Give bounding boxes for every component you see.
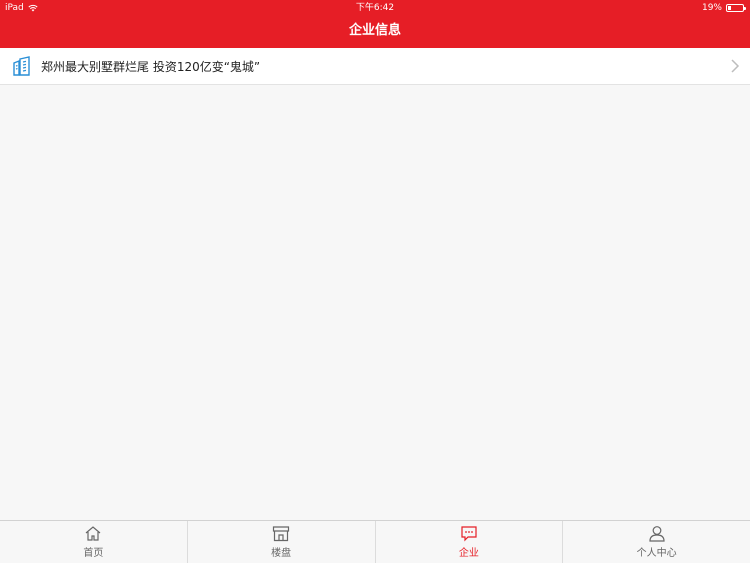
list-item[interactable]: 郑州最大别墅群烂尾 投资120亿变“鬼城” — [0, 48, 750, 85]
store-icon — [273, 526, 290, 542]
status-time: 下午6:42 — [355, 3, 395, 13]
tab-label: 首页 — [83, 548, 104, 559]
page-title: 企业信息 — [348, 23, 401, 38]
battery-fill — [728, 6, 731, 10]
home-icon — [85, 526, 101, 541]
tab-profile[interactable]: 个人中心 — [563, 521, 750, 563]
status-right: 19% — [701, 0, 746, 16]
building-icon — [13, 56, 31, 76]
tab-label: 个人中心 — [636, 548, 677, 559]
app-header: iPad 下午6:42 19% 企业信息 — [0, 0, 750, 48]
battery-percent: 19% — [701, 3, 722, 13]
tab-label: 企业 — [458, 548, 479, 559]
battery-icon — [726, 4, 746, 12]
person-icon — [649, 526, 665, 542]
tab-enterprise[interactable]: 企业 — [376, 521, 564, 563]
tab-home[interactable]: 首页 — [0, 521, 188, 563]
list-item-title: 郑州最大别墅群烂尾 投资120亿变“鬼城” — [41, 59, 261, 74]
company-news-list: 郑州最大别墅群烂尾 投资120亿变“鬼城” — [0, 48, 750, 85]
tab-bar: 首页 楼盘 企业 个人中心 — [0, 520, 750, 563]
tab-label: 楼盘 — [271, 548, 292, 559]
tab-properties[interactable]: 楼盘 — [188, 521, 376, 563]
chevron-right-icon — [731, 59, 740, 73]
status-bar: iPad 下午6:42 19% — [0, 0, 750, 16]
message-icon — [461, 526, 477, 542]
